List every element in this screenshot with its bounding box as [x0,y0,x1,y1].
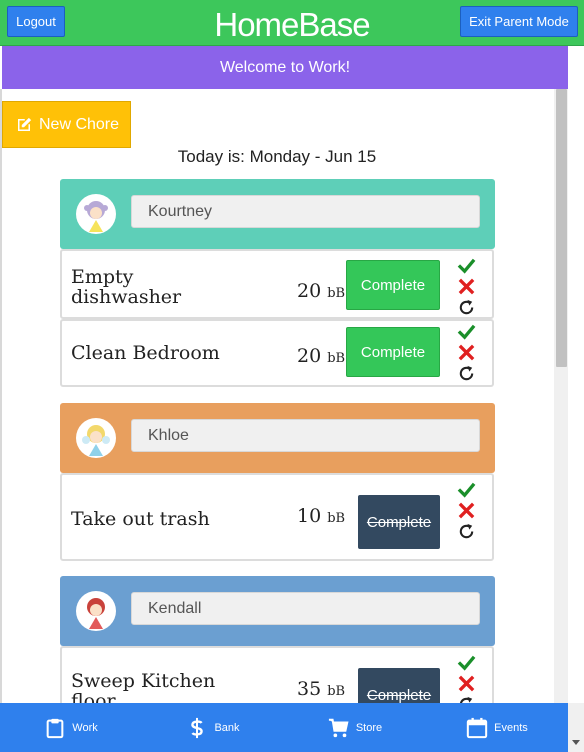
tab-label: Store [355,721,383,734]
chore-points: 20 bB [297,280,345,302]
complete-button[interactable]: Complete [346,260,440,310]
approve-check-icon[interactable] [457,480,477,501]
complete-button[interactable]: Complete [346,327,440,377]
avatar [76,418,116,458]
reject-x-icon[interactable] [457,343,477,364]
reset-refresh-icon[interactable] [457,298,477,319]
chore-points: 10 bB [297,505,345,527]
reject-x-icon[interactable] [457,501,477,522]
complete-button-done[interactable]: Complete [358,495,440,549]
chore-row: Take out trash 10 bB Complete [60,473,494,561]
person-card-kendall: Kendall [60,576,495,646]
chore-row: Sweep Kitchen floor 35 bB Complete [60,646,494,703]
scrollbar-thumb[interactable] [556,89,567,367]
person-name-field[interactable]: Kourtney [131,195,480,228]
reject-x-icon[interactable] [457,277,477,298]
chore-actions [457,480,477,543]
left-border [0,89,2,703]
reject-x-icon[interactable] [457,674,477,695]
chores-content[interactable]: New Chore Today is: Monday - Jun 15 Kour… [0,89,584,703]
person-name-field[interactable]: Kendall [131,592,480,625]
edit-icon [18,117,32,131]
avatar [76,194,116,234]
bottom-nav: Work Bank Store Events [0,703,568,752]
points-value: 35 [297,678,322,700]
chore-row: Empty dishwasher 20 bB Complete [60,249,494,319]
chore-name: Empty dishwasher [71,266,182,308]
reset-refresh-icon[interactable] [457,364,477,385]
tab-work[interactable]: Work [0,703,142,752]
cart-icon [328,718,349,737]
tab-events[interactable]: Events [426,703,568,752]
approve-check-icon[interactable] [457,256,477,277]
chore-name: Take out trash [71,508,210,530]
avatar [76,591,116,631]
approve-check-icon[interactable] [457,653,477,674]
scroll-down-arrow-icon[interactable] [572,740,580,745]
exit-parent-mode-button[interactable]: Exit Parent Mode [460,6,578,37]
points-value: 10 [297,505,322,527]
person-name-field[interactable]: Khloe [131,419,480,452]
chore-points: 20 bB [297,345,345,367]
new-chore-label: New Chore [39,115,120,133]
tab-label: Bank [214,721,240,734]
tab-store[interactable]: Store [284,703,426,752]
points-unit: bB [327,684,346,699]
new-chore-button[interactable]: New Chore [2,101,131,148]
tab-label: Work [72,721,98,734]
calendar-icon [466,717,488,738]
reset-refresh-icon[interactable] [457,695,477,703]
points-value: 20 [297,280,322,302]
approve-check-icon[interactable] [457,322,477,343]
chore-actions [457,653,477,703]
chore-actions [457,256,477,319]
chore-actions [457,322,477,385]
tab-bank[interactable]: Bank [142,703,284,752]
dollar-icon [191,717,204,738]
points-unit: bB [327,286,346,301]
reset-refresh-icon[interactable] [457,522,477,543]
app-header: Logout HomeBase Exit Parent Mode [0,0,584,46]
person-card-khloe: Khloe [60,403,495,473]
chore-points: 35 bB [297,678,345,700]
tab-label: Events [494,721,528,734]
welcome-banner: Welcome to Work! [2,46,568,89]
complete-button-done[interactable]: Complete [358,668,440,703]
vertical-scrollbar[interactable] [554,89,568,703]
chore-name: Clean Bedroom [71,342,220,364]
points-value: 20 [297,345,322,367]
chore-row: Clean Bedroom 20 bB Complete [60,319,494,387]
chore-name: Sweep Kitchen floor [71,670,216,703]
points-unit: bB [327,351,346,366]
person-card-kourtney: Kourtney [60,179,495,249]
clipboard-icon [46,718,64,738]
today-date: Today is: Monday - Jun 15 [177,147,377,166]
points-unit: bB [327,511,346,526]
